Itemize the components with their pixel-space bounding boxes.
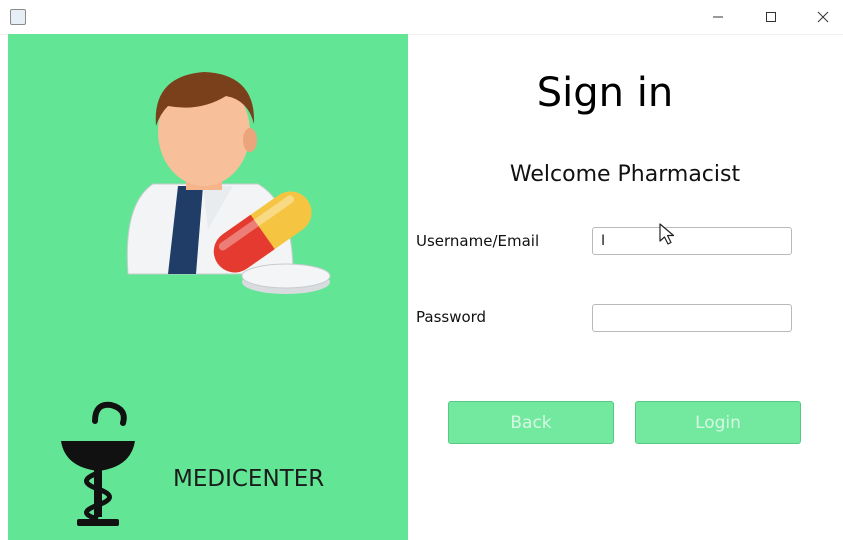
maximize-icon bbox=[766, 12, 776, 22]
welcome-subtitle: Welcome Pharmacist bbox=[509, 162, 741, 187]
login-button[interactable]: Login bbox=[635, 401, 801, 444]
password-input[interactable] bbox=[592, 304, 792, 332]
maximize-button[interactable] bbox=[748, 0, 794, 34]
left-panel: MEDICENTER bbox=[8, 34, 408, 540]
close-icon bbox=[817, 11, 829, 23]
brand-name: MEDICENTER bbox=[173, 466, 325, 492]
minimize-icon bbox=[713, 16, 723, 18]
close-button[interactable] bbox=[800, 0, 843, 34]
username-input[interactable] bbox=[592, 227, 792, 255]
pharmacist-icon bbox=[126, 72, 331, 294]
title-bar bbox=[0, 0, 843, 35]
back-button[interactable]: Back bbox=[448, 401, 614, 444]
username-label: Username/Email bbox=[416, 232, 540, 250]
mouse-pointer-icon bbox=[659, 223, 675, 245]
java-app-icon bbox=[10, 9, 26, 25]
bowl-of-hygieia-icon bbox=[61, 401, 135, 526]
password-label: Password bbox=[416, 308, 487, 326]
page-title: Sign in bbox=[536, 70, 674, 116]
minimize-button[interactable] bbox=[695, 0, 741, 34]
